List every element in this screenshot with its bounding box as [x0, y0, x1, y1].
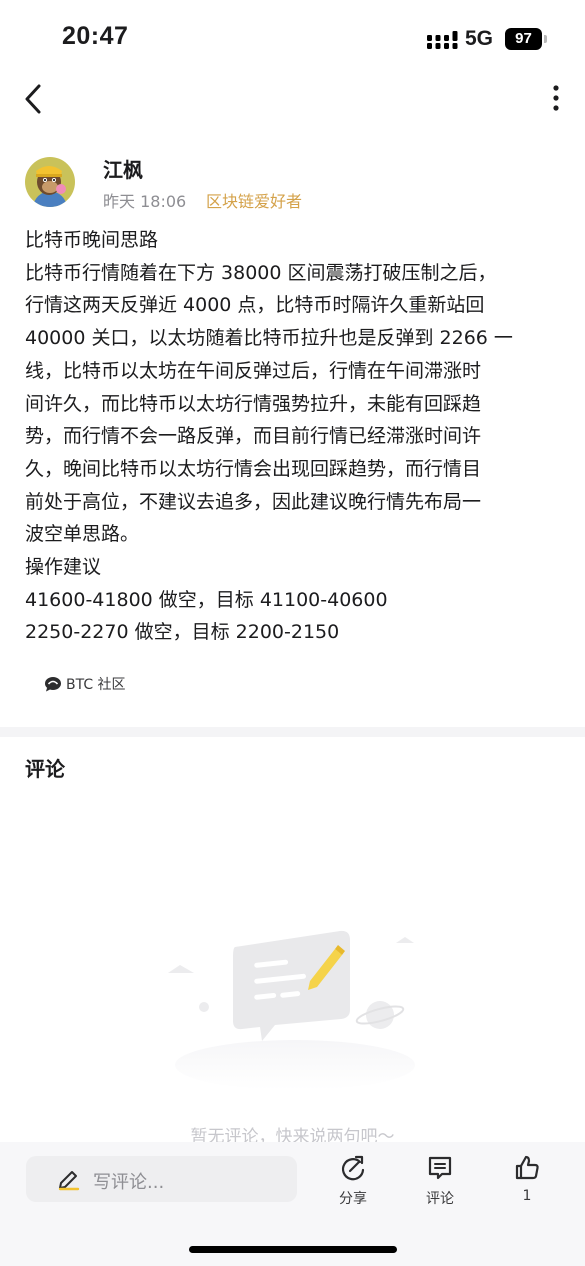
more-button[interactable]	[544, 84, 568, 116]
post-text-line: 间许久，而比特币以太坊行情强势拉升，未能有回踩趋	[25, 392, 482, 415]
community-tag[interactable]: BTC 社区	[44, 673, 126, 695]
author-tag: 区块链爱好者	[206, 192, 303, 211]
bottom-action-bar: 写评论... 分享 评论 1	[0, 1142, 585, 1266]
post-text-line: 41600-41800 做空，目标 41100-40600	[25, 588, 388, 611]
thumbs-up-icon	[515, 1155, 539, 1180]
empty-comments-illustration	[168, 930, 415, 1090]
back-button[interactable]	[18, 78, 54, 120]
share-icon	[341, 1155, 365, 1181]
post-text-line: 线，比特币以太坊在午间反弹过后，行情在午间滞涨时	[25, 359, 482, 382]
network-label: 5G	[465, 27, 494, 50]
post-body: 比特币晚间思路比特币行情随着在下方 38000 区间震荡打破压制之后， 行情这两天…	[25, 224, 565, 649]
status-time: 20:47	[62, 22, 129, 50]
more-vertical-icon	[553, 85, 559, 111]
post-text-line: 久，晚间比特币以太坊行情会出现回踩趋势，而行情目	[25, 457, 482, 480]
share-button[interactable]: 分享	[323, 1154, 383, 1210]
community-label: BTC 社区	[66, 677, 126, 693]
post-text-line: 前处于高位，不建议去追多，因此建议晚行情先布局一	[25, 490, 482, 513]
avatar[interactable]	[25, 157, 75, 207]
author-name[interactable]: 江枫	[103, 154, 143, 183]
nav-bar	[0, 78, 585, 122]
post-text-line: 势，而行情不会一路反弹，而目前行情已经滞涨时间许	[25, 425, 482, 448]
battery-level: 97	[505, 28, 542, 50]
comment-icon	[428, 1156, 452, 1180]
post-text-line: 波空单思路。	[25, 523, 140, 546]
signal-icon	[427, 31, 458, 49]
comment-label: 评论	[426, 1191, 454, 1207]
post-time: 昨天 18:06	[103, 192, 187, 211]
chevron-left-icon	[25, 84, 41, 114]
share-label: 分享	[339, 1191, 367, 1207]
home-indicator	[189, 1246, 397, 1253]
like-button[interactable]: 1	[497, 1154, 557, 1210]
status-bar: 20:47 5G 97	[0, 0, 585, 80]
battery-icon: 97	[505, 28, 547, 50]
post-text-line: 2250-2270 做空，目标 2200-2150	[25, 621, 340, 644]
community-chat-icon	[45, 677, 61, 692]
like-count: 1	[522, 1188, 532, 1204]
comment-button[interactable]: 评论	[410, 1154, 470, 1210]
author-header: 江枫 昨天 18:06 区块链爱好者	[25, 155, 565, 211]
post-text-line: 比特币晚间思路	[25, 229, 159, 251]
section-divider	[0, 727, 585, 737]
comment-input[interactable]: 写评论...	[26, 1156, 297, 1202]
post-text-line: 行情这两天反弹近 4000 点，比特币时隔许久重新站回	[25, 294, 485, 317]
ape-avatar-icon	[25, 157, 75, 207]
post-text-line: 操作建议	[25, 556, 102, 579]
comments-title: 评论	[25, 757, 65, 781]
post-text-line: 比特币行情随着在下方 38000 区间震荡打破压制之后，	[25, 261, 497, 284]
post-text-line: 40000 关口，以太坊随着比特币拉升也是反弹到 2266 一	[25, 327, 513, 350]
comment-placeholder: 写评论...	[93, 1172, 165, 1193]
pencil-icon	[58, 1171, 80, 1191]
